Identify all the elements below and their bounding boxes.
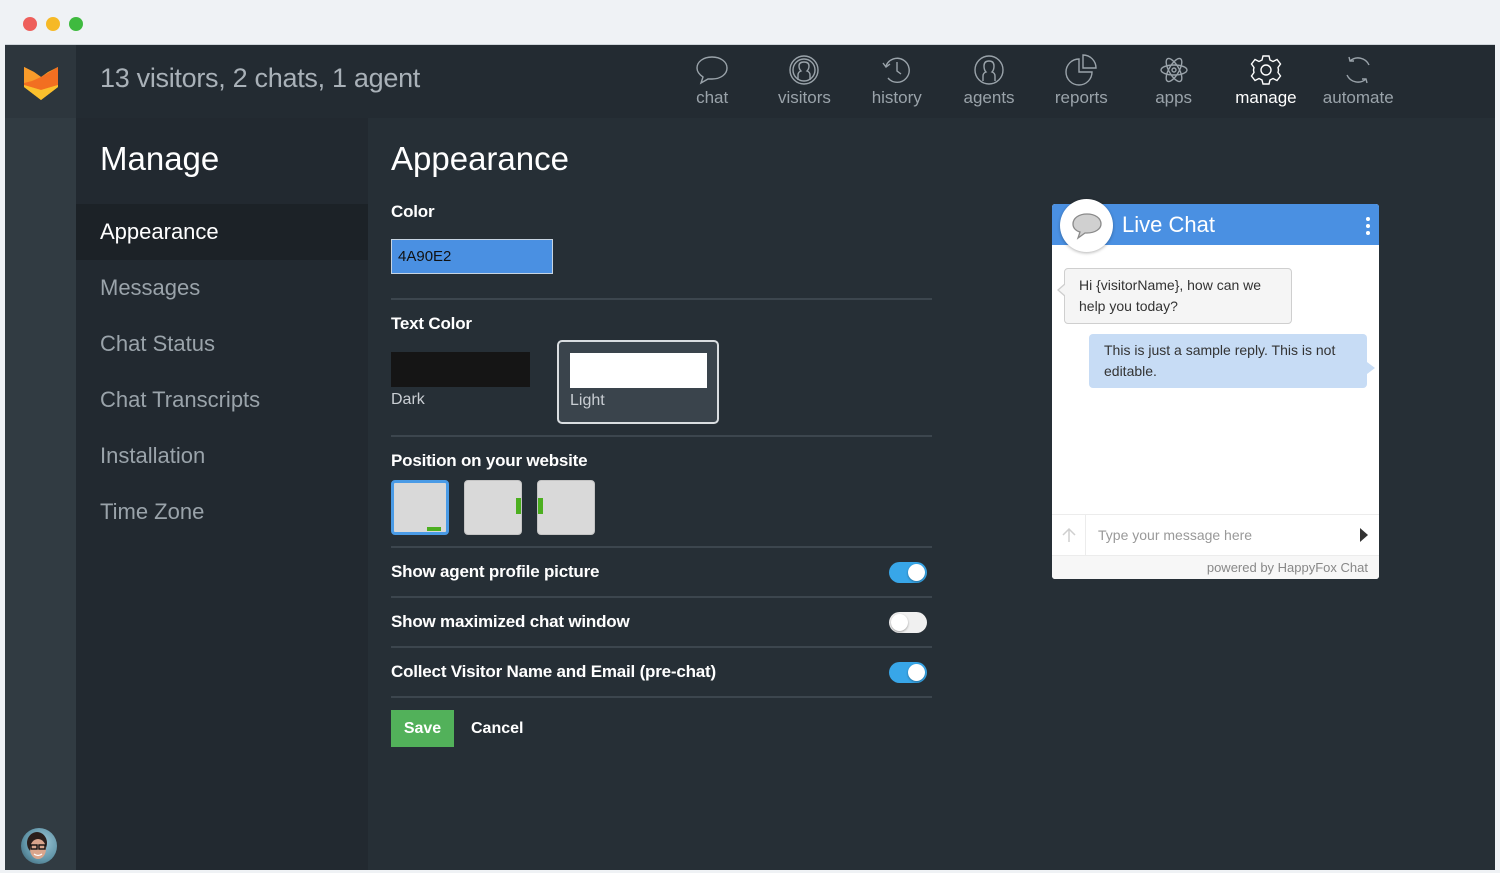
preview-composer: [1052, 514, 1379, 555]
toggle-knob: [908, 663, 925, 681]
divider: [391, 298, 932, 300]
sidebar-title: Manage: [100, 140, 220, 177]
position-marker: [516, 498, 521, 514]
position-left-middle[interactable]: [537, 480, 595, 535]
pie-chart-icon: [1065, 54, 1098, 86]
outgoing-message: This is just a sample reply. This is not…: [1089, 334, 1375, 388]
toggle-maximized-chat-window[interactable]: [889, 611, 927, 633]
toggle-row-maximized-window: Show maximized chat window: [391, 598, 932, 648]
top-bar: 13 visitors, 2 chats, 1 agent chat visit…: [76, 45, 1495, 118]
nav-reports[interactable]: reports: [1035, 45, 1127, 118]
message-input[interactable]: [1086, 527, 1349, 543]
text-color-label: Text Color: [391, 314, 472, 333]
nav-visitors[interactable]: visitors: [758, 45, 850, 118]
upload-arrow-icon[interactable]: [1052, 515, 1086, 555]
position-label: Position on your website: [391, 451, 588, 470]
nav-manage[interactable]: manage: [1220, 45, 1312, 118]
nav-automate[interactable]: automate: [1312, 45, 1404, 118]
appearance-form: Color Text Color Dark Light Position on …: [391, 202, 932, 747]
position-options: [391, 480, 932, 535]
toggle-label: Show maximized chat window: [391, 612, 630, 631]
toggle-label: Show agent profile picture: [391, 562, 600, 581]
sidebar-item-chat-status[interactable]: Chat Status: [76, 316, 368, 372]
appearance-panel: Appearance Color Text Color Dark Light P: [368, 118, 1495, 870]
speech-bubble-icon: [1071, 212, 1102, 240]
text-color-option-dark[interactable]: Dark: [391, 352, 531, 409]
visitors-icon: [789, 55, 820, 85]
agents-icon: [974, 55, 1004, 85]
nav-chat[interactable]: chat: [666, 45, 758, 118]
nav-history[interactable]: history: [851, 45, 943, 118]
user-avatar[interactable]: [21, 828, 57, 864]
toggle-row-pre-chat: Collect Visitor Name and Email (pre-chat…: [391, 648, 932, 698]
chat-bubble-icon: [696, 56, 728, 85]
save-button[interactable]: Save: [391, 710, 454, 747]
history-icon: [882, 57, 910, 83]
text-color-options: Dark Light: [391, 340, 932, 424]
sidebar-item-installation[interactable]: Installation: [76, 428, 368, 484]
cancel-button[interactable]: Cancel: [471, 720, 523, 738]
window-titlebar: [0, 0, 1500, 44]
color-hex-input[interactable]: [391, 239, 553, 274]
preview-header: Live Chat: [1052, 199, 1379, 252]
preview-agent-avatar: [1060, 199, 1113, 252]
toggle-label: Collect Visitor Name and Email (pre-chat…: [391, 662, 716, 681]
minimize-window-button[interactable]: [46, 17, 60, 31]
nav-apps[interactable]: apps: [1127, 45, 1219, 118]
position-right-middle[interactable]: [464, 480, 522, 535]
page-title: Appearance: [391, 140, 569, 177]
gear-icon: [1250, 55, 1282, 85]
more-options-icon[interactable]: [1366, 217, 1370, 235]
form-actions: Save Cancel: [391, 710, 932, 747]
atom-icon: [1159, 57, 1188, 83]
sidebar-item-chat-transcripts[interactable]: Chat Transcripts: [76, 372, 368, 428]
toggle-knob: [908, 563, 925, 581]
preview-title: Live Chat: [1122, 212, 1215, 237]
chat-widget-preview: Live Chat Hi {visitorName}, how can we h…: [1052, 199, 1379, 579]
position-bottom-right[interactable]: [391, 480, 449, 535]
text-color-option-light[interactable]: Light: [557, 340, 719, 424]
sidebar-item-time-zone[interactable]: Time Zone: [76, 484, 368, 540]
happyfox-logo[interactable]: [5, 45, 76, 118]
sidebar-item-appearance[interactable]: Appearance: [76, 204, 368, 260]
color-label: Color: [391, 202, 435, 221]
fox-logo-icon: [23, 66, 58, 100]
maximize-window-button[interactable]: [69, 17, 83, 31]
main-nav: chat visitors history agents reports app…: [666, 45, 1404, 118]
left-rail: [5, 45, 76, 870]
position-marker: [538, 498, 543, 514]
send-arrow-icon[interactable]: [1349, 528, 1379, 542]
incoming-message: Hi {visitorName}, how can we help you to…: [1057, 268, 1292, 324]
toggle-knob: [891, 613, 908, 631]
light-label: Light: [570, 392, 605, 409]
light-swatch: [570, 353, 707, 388]
close-window-button[interactable]: [23, 17, 37, 31]
dark-label: Dark: [391, 391, 425, 408]
nav-agents[interactable]: agents: [943, 45, 1035, 118]
toggle-agent-profile-picture[interactable]: [889, 561, 927, 583]
toggle-collect-visitor-info[interactable]: [889, 661, 927, 683]
visitor-status-summary: 13 visitors, 2 chats, 1 agent: [100, 63, 420, 93]
sidebar-item-messages[interactable]: Messages: [76, 260, 368, 316]
avatar-image: [27, 832, 47, 859]
toggle-row-agent-profile: Show agent profile picture: [391, 548, 932, 598]
sidebar-menu: Appearance Messages Chat Status Chat Tra…: [76, 204, 368, 540]
app-window: 13 visitors, 2 chats, 1 agent chat visit…: [5, 44, 1495, 870]
divider: [391, 435, 932, 437]
dark-swatch: [391, 352, 530, 387]
position-marker: [427, 527, 441, 531]
powered-by-text: powered by HappyFox Chat: [1052, 555, 1379, 579]
refresh-icon: [1346, 56, 1370, 84]
manage-sidebar: Manage Appearance Messages Chat Status C…: [76, 118, 368, 870]
